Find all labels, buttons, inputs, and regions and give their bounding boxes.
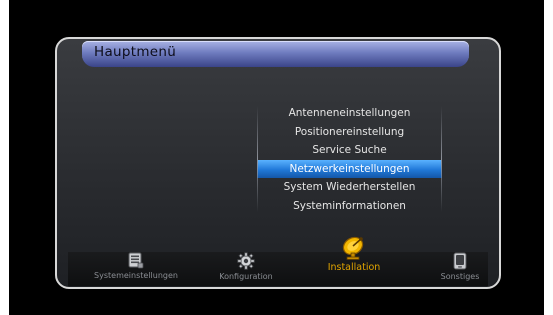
tab-label: Systemeinstellungen bbox=[94, 271, 178, 280]
installation-menu: Antenneneinstellungen Positionereinstell… bbox=[257, 104, 442, 216]
page-title: Hauptmenü bbox=[94, 44, 177, 60]
menu-item-system-wiederherstellen[interactable]: System Wiederherstellen bbox=[257, 178, 442, 197]
menu-item-positionereinstellung[interactable]: Positionereinstellung bbox=[257, 123, 442, 142]
menu-item-netzwerkeinstellungen[interactable]: Netzwerkeinstellungen bbox=[257, 159, 442, 178]
list-icon bbox=[128, 252, 144, 269]
satellite-dish-icon bbox=[342, 236, 364, 260]
menu-item-antenneneinstellungen[interactable]: Antenneneinstellungen bbox=[257, 104, 442, 123]
tab-label: Sonstiges bbox=[440, 272, 480, 281]
device-icon bbox=[453, 252, 467, 270]
tab-installation[interactable]: Installation bbox=[312, 236, 396, 273]
menu-item-systeminformationen[interactable]: Systeminformationen bbox=[257, 197, 442, 216]
tab-konfiguration[interactable]: Konfiguration bbox=[204, 252, 288, 281]
menu-item-service-suche[interactable]: Service Suche bbox=[257, 141, 442, 160]
title-bar: Hauptmenü bbox=[82, 41, 469, 67]
tab-systemeinstellungen[interactable]: Systemeinstellungen bbox=[84, 252, 188, 280]
tab-sonstiges[interactable]: Sonstiges bbox=[430, 252, 490, 281]
gear-icon bbox=[237, 252, 255, 270]
tab-label: Konfiguration bbox=[219, 272, 273, 281]
tab-label: Installation bbox=[327, 262, 381, 273]
